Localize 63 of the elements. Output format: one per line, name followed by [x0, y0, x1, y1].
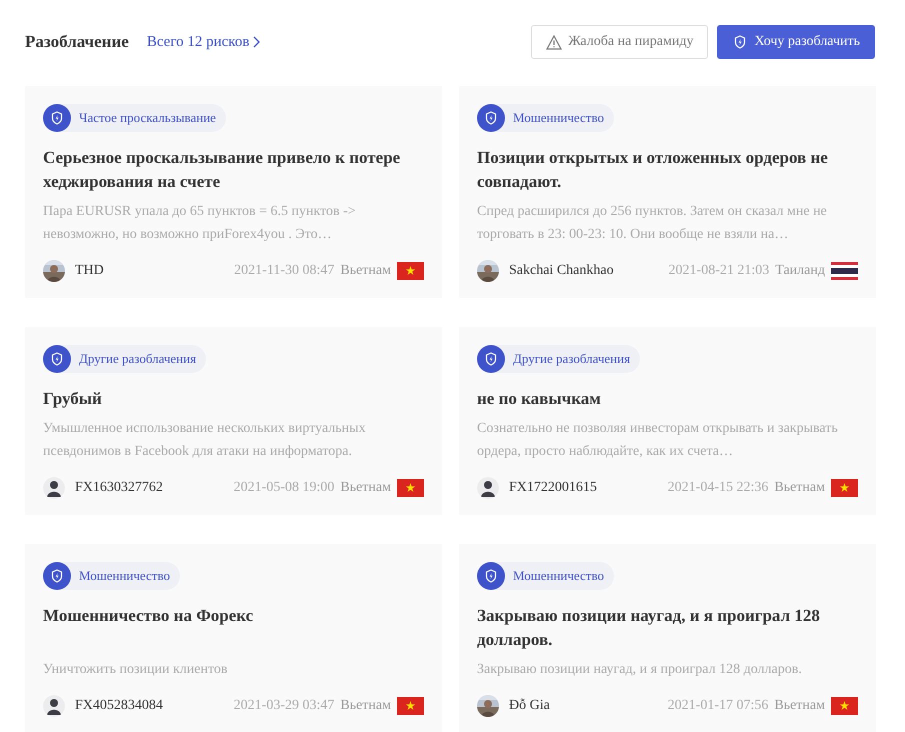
country-name: Вьетнам	[774, 698, 825, 714]
card-description: Закрываю позиции наугад, и я проиграл 128 долларов.	[477, 661, 803, 679]
category-tag: Другие разоблачения	[477, 345, 640, 373]
card-description: Сознательно не позволяя инвесторам открывать и закрывать ордера, просто наблюдайте, как их счета…	[477, 420, 839, 461]
author-name: FX1630327762	[75, 480, 163, 496]
card-description: Умышленное использование нескольких виртуальных псевдонимов в Facebook для атаки на информатора.	[43, 420, 367, 461]
avatar-icon	[477, 477, 499, 499]
shield-icon	[483, 110, 499, 126]
complaint-button[interactable]: Жалоба на пирамиду	[531, 25, 708, 59]
vietnam-flag-icon	[397, 262, 424, 280]
exposure-card[interactable]: Другие разоблачения Грубый Умышленное использование нескольких виртуальных псевдонимов в Facebook для атаки на информатора. FX1630327762 2021-05-08 19:00 Вьетнам	[25, 327, 442, 515]
post-date: 2021-08-21 21:03	[668, 263, 770, 279]
warning-icon	[546, 34, 562, 50]
chevron-right-icon	[253, 36, 262, 48]
country-name: Таиланд	[775, 263, 825, 279]
exposure-card[interactable]: Другие разоблачения не по кавычкам Сознательно не позволяя инвесторам открывать и закрывать ордера, просто наблюдайте, как их счета… FX1722001615 2021-04-15 22:36 Вьетнам	[459, 327, 876, 515]
shield-icon	[49, 351, 65, 367]
post-date: 2021-11-30 08:47	[234, 263, 334, 279]
vietnam-flag-icon	[831, 479, 858, 497]
author-name: FX1722001615	[509, 480, 597, 496]
country-name: Вьетнам	[774, 480, 825, 496]
post-date: 2021-01-17 07:56	[668, 698, 768, 714]
category-tag: Мошенничество	[477, 562, 614, 590]
card-title: Закрываю позиции наугад, и я проиграл 128 долларов.	[477, 605, 821, 651]
shield-icon	[49, 568, 65, 584]
category-tag: Мошенничество	[477, 104, 614, 132]
country-name: Вьетнам	[340, 480, 391, 496]
post-date: 2021-05-08 19:00	[234, 480, 334, 496]
country-name: Вьетнам	[340, 263, 391, 279]
card-title: Грубый	[43, 388, 103, 410]
exposure-card[interactable]: Мошенничество Мошенничество на Форекс Уничтожить позиции клиентов FX4052834084 2021-03-29 03:47 Вьетнам	[25, 544, 442, 732]
avatar-icon	[43, 695, 65, 717]
shield-icon	[483, 568, 499, 584]
avatar-icon	[43, 477, 65, 499]
card-title: Позиции открытых и отложенных ордеров не совпадают.	[477, 147, 829, 193]
expose-button[interactable]: Хочу разоблачить	[717, 25, 875, 59]
card-title: Мошенничество на Форекс	[43, 605, 254, 627]
vietnam-flag-icon	[397, 697, 424, 715]
vietnam-flag-icon	[831, 697, 858, 715]
exposure-card[interactable]	[25, 86, 442, 298]
exposure-card[interactable]: Мошенничество Закрываю позиции наугад, и я проиграл 128 долларов. Закрываю позиции наугад, и я проиграл 128 долларов. Đỗ Gia 2021-01-17 07:56 Вьетнам	[459, 544, 876, 732]
author-name: Sakchai Chankhao	[509, 263, 614, 279]
post-date: 2021-04-15 22:36	[668, 480, 768, 496]
shield-icon	[49, 110, 65, 126]
card-title: не по кавычкам	[477, 388, 602, 410]
post-date: 2021-03-29 03:47	[234, 698, 334, 714]
thailand-flag-icon	[831, 262, 858, 280]
category-tag: Частое проскальзывание	[43, 104, 226, 132]
exposure-card[interactable]	[459, 86, 876, 298]
author-name: THD	[75, 263, 104, 279]
author-name: Đỗ Gia	[509, 698, 550, 714]
card-title: Серьезное проскальзывание привело к потере хеджирования на счете	[43, 147, 402, 193]
country-name: Вьетнам	[340, 698, 391, 714]
shield-icon	[483, 351, 499, 367]
section-title: Разоблачение	[25, 32, 129, 52]
card-description: Пара EURUSR упала до 65 пунктов = 6.5 пунктов -> невозможно, но возможно приForex4you . Это…	[43, 203, 357, 244]
category-tag: Мошенничество	[43, 562, 180, 590]
vietnam-flag-icon	[397, 479, 424, 497]
card-description: Спред расширился до 256 пунктов. Затем он сказал мне не торговать в 23: 00-23: 10. Они вообще не взяли на…	[477, 203, 828, 244]
total-risks-link[interactable]: Всего 12 рисков	[146, 34, 262, 50]
author-name: FX4052834084	[75, 698, 163, 714]
category-tag: Другие разоблачения	[43, 345, 206, 373]
card-description: Уничтожить позиции клиентов	[43, 661, 228, 679]
